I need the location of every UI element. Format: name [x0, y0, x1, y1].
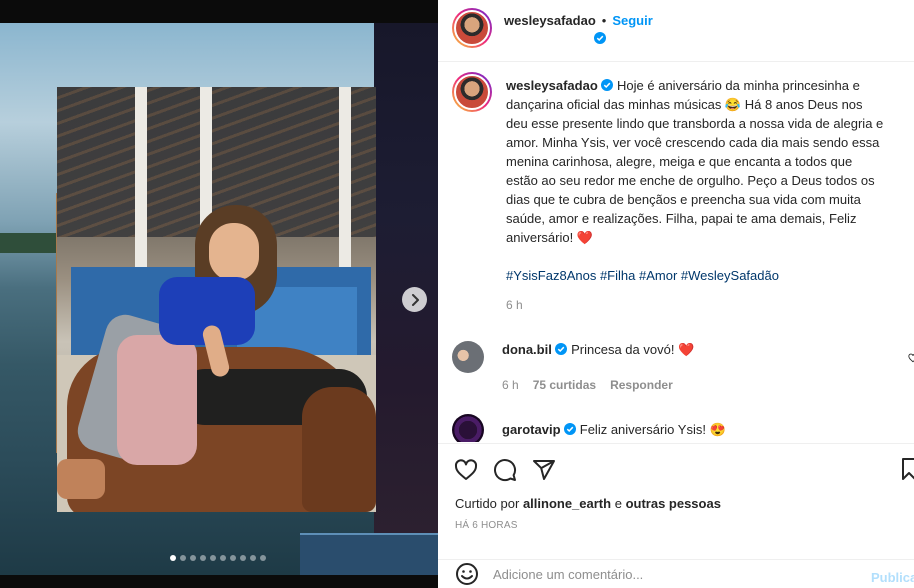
carousel-dot — [190, 555, 196, 561]
comment-text: Feliz aniversário Ysis! 😍 — [579, 422, 726, 437]
post-media-viewer — [0, 0, 438, 588]
comment-input[interactable] — [493, 566, 853, 582]
comment-username[interactable]: dona.bil — [502, 342, 552, 357]
liked-by-others-link[interactable]: outras pessoas — [626, 496, 721, 511]
reply-button[interactable]: Responder — [610, 376, 673, 394]
heart-outline-icon[interactable] — [908, 353, 914, 363]
post-timestamp[interactable]: HÁ 6 HORAS — [455, 520, 914, 531]
post-actions: Curtido por allinone_earth e outras pess… — [438, 443, 914, 531]
like-heart-icon[interactable] — [454, 458, 478, 482]
carousel-dot — [260, 555, 266, 561]
comment-item: garotavip Feliz aniversário Ysis! 😍 — [438, 414, 914, 442]
separator-dot: • — [601, 13, 607, 28]
carousel-dot — [170, 555, 176, 561]
chevron-right-icon — [411, 293, 419, 306]
author-username[interactable]: wesleysafadao — [504, 13, 596, 28]
carousel-dot — [230, 555, 236, 561]
caption-timestamp[interactable]: 6 h — [506, 296, 886, 315]
carousel-indicator — [170, 555, 266, 561]
post-details-panel: wesleysafadao • Seguir wesleysafadao Hoj… — [438, 0, 914, 588]
avatar[interactable] — [452, 414, 484, 442]
carousel-next-button[interactable] — [402, 287, 427, 312]
verified-badge-icon — [601, 79, 614, 91]
liked-by-user[interactable]: allinone_earth — [523, 496, 611, 511]
caption-username[interactable]: wesleysafadao — [506, 78, 598, 93]
hashtag-link[interactable]: #Amor — [639, 268, 677, 283]
carousel-dot — [200, 555, 206, 561]
carousel-dot — [180, 555, 186, 561]
avatar[interactable] — [452, 8, 492, 48]
verified-badge-icon — [564, 423, 577, 435]
follow-button[interactable]: Seguir — [612, 13, 652, 28]
verified-badge-icon — [594, 32, 606, 44]
emoji-picker-icon[interactable] — [455, 562, 479, 586]
post-photo — [57, 87, 376, 512]
comment-bubble-icon[interactable] — [493, 458, 517, 482]
bookmark-save-icon[interactable] — [902, 458, 914, 480]
post-caption: wesleysafadao Hoje é aniversário da minh… — [438, 62, 914, 315]
comments-list: wesleysafadao Hoje é aniversário da minh… — [438, 62, 914, 442]
post-header: wesleysafadao • Seguir — [438, 0, 914, 62]
comment-text: Princesa da vovó! ❤️ — [571, 342, 695, 357]
hashtag-link[interactable]: #Filha — [600, 268, 635, 283]
share-paper-plane-icon[interactable] — [532, 458, 556, 482]
publish-button[interactable]: Publicar — [871, 570, 914, 585]
comment-item: dona.bil Princesa da vovó! ❤️ 6 h 75 cur… — [438, 341, 914, 394]
caption-text: Hoje é aniversário da minha princesinha … — [506, 78, 884, 245]
avatar[interactable] — [452, 341, 484, 373]
comment-username[interactable]: garotavip — [502, 422, 561, 437]
verified-badge-icon — [555, 343, 568, 355]
comment-timestamp[interactable]: 6 h — [502, 376, 519, 394]
hashtag-link[interactable]: #WesleySafadão — [681, 268, 779, 283]
comment-composer: Publicar — [438, 559, 914, 588]
carousel-dot — [220, 555, 226, 561]
carousel-dot — [210, 555, 216, 561]
avatar[interactable] — [452, 72, 492, 112]
liked-by-summary: Curtido por allinone_earth e outras pess… — [455, 496, 721, 511]
carousel-dot — [250, 555, 256, 561]
hashtag-link[interactable]: #YsisFaz8Anos — [506, 268, 596, 283]
hashtag-list: #YsisFaz8Anos #Filha #Amor #WesleySafadã… — [506, 266, 886, 285]
comment-likes-count[interactable]: 75 curtidas — [533, 376, 596, 394]
carousel-dot — [240, 555, 246, 561]
